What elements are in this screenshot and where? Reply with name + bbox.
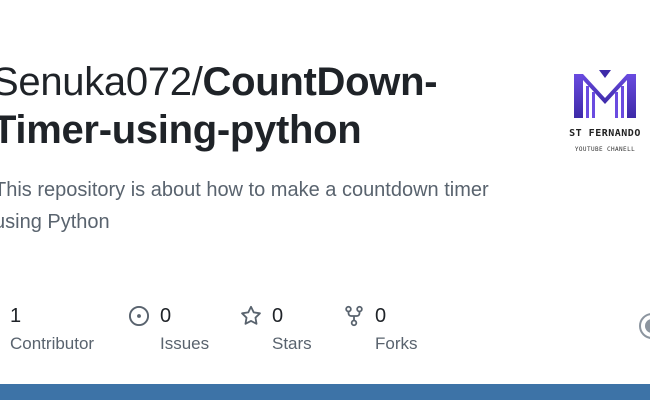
logo-tagline: YOUTUBE CHANELL xyxy=(574,146,636,153)
accent-bar xyxy=(0,384,650,400)
repo-name-part-1[interactable]: CountDown- xyxy=(203,60,438,104)
stat-issues-value: 0 xyxy=(160,305,172,327)
repo-stats: 1 Contributor 0 Issues 0 Stars 0 Forks xyxy=(0,300,460,360)
st-fernando-logo-icon xyxy=(574,70,636,118)
logo-brand-name: ST FERNANDO xyxy=(569,128,641,139)
star-icon xyxy=(241,305,261,325)
stat-contributors-label: Contributor xyxy=(10,334,95,353)
stat-forks-label: Forks xyxy=(375,334,418,353)
stat-stars-value: 0 xyxy=(272,305,284,327)
repo-owner[interactable]: Senuka072/ xyxy=(0,60,203,104)
stat-forks-value: 0 xyxy=(375,305,387,327)
repo-description: This repository is about how to make a c… xyxy=(0,179,489,233)
stat-issues-label: Issues xyxy=(160,334,210,353)
stat-stars-label: Stars xyxy=(272,334,312,353)
github-mark-icon xyxy=(639,313,650,339)
stat-contributors-value: 1 xyxy=(10,305,22,327)
issue-circle-icon xyxy=(128,305,150,327)
fork-icon xyxy=(345,305,363,327)
repo-title: Senuka072/CountDown- Timer-using-python xyxy=(0,58,512,154)
owner-avatar[interactable]: ST FERNANDO YOUTUBE CHANELL xyxy=(560,64,650,164)
repo-name-part-2[interactable]: Timer-using-python xyxy=(0,108,362,152)
